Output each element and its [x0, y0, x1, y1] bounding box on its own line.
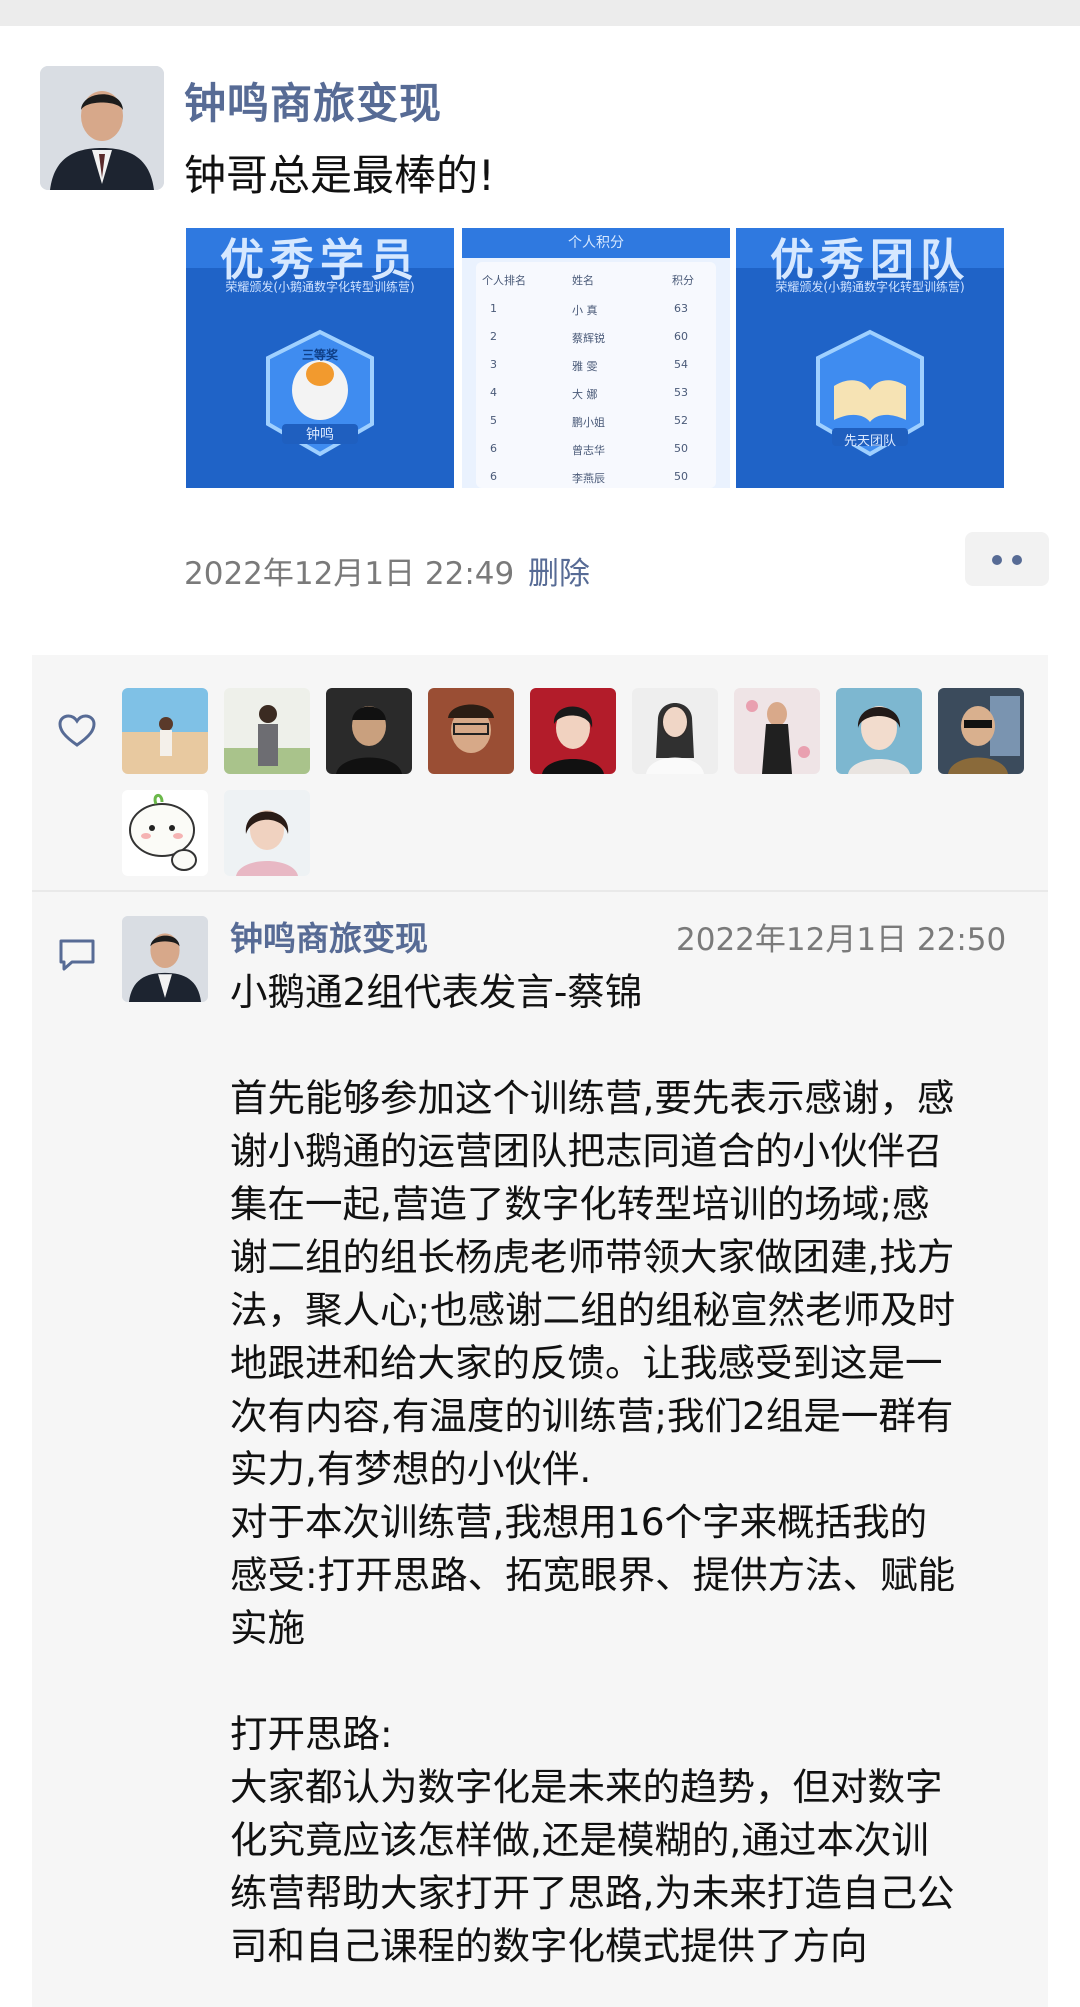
comment-timestamp: 2022年12月1日 22:50 [676, 922, 1007, 958]
dot-icon [992, 555, 1002, 565]
liker-avatar[interactable] [224, 688, 310, 774]
liker-avatar[interactable] [122, 790, 208, 876]
rank-header-name: 姓名 [572, 274, 594, 287]
badge-name: 先天团队 [843, 434, 896, 449]
liker-avatar[interactable] [122, 688, 208, 774]
comment-icon [59, 939, 95, 971]
comment-line: 实力,有梦想的小伙伴. [230, 1447, 592, 1491]
comment-line [230, 1655, 1030, 1708]
post-image-3[interactable]: 优秀团队 荣耀颁发(小鹅通数字化转型训练营) 先天团队 [736, 228, 1004, 488]
comment-line: 感受:打开思路、拓宽眼界、提供方法、赋能 [230, 1553, 956, 1597]
commenter-name[interactable]: 钟鸣商旅变现 [230, 912, 428, 960]
comment-line: 谢二组的组长杨虎老师带领大家做团建,找方 [230, 1235, 955, 1279]
liker-avatar[interactable] [326, 688, 412, 774]
comment-line: 地跟进和给大家的反馈。让我感受到这是一 [230, 1341, 943, 1385]
liker-avatar[interactable] [938, 688, 1024, 774]
post-text: 钟哥总是最棒的! [184, 151, 495, 200]
liker-avatar[interactable] [632, 688, 718, 774]
poster-subtitle: 荣耀颁发(小鹅通数字化转型训练营) [775, 280, 965, 294]
author-avatar[interactable] [40, 66, 164, 190]
more-actions-button[interactable] [965, 532, 1049, 586]
comment-line: 首先能够参加这个训练营,要先表示感谢，感 [230, 1076, 955, 1120]
badge-label: 三等奖 [301, 348, 338, 362]
dot-icon [1012, 555, 1022, 565]
post-image-2[interactable]: 个人积分 个人排名 姓名 积分 1小 真 63 2 蔡辉锐 60 3雅 雯 54 4大 … [462, 228, 730, 488]
post-author-name[interactable]: 钟鸣商旅变现 [184, 70, 442, 131]
comment-line: 谢小鹅通的运营团队把志同道合的小伙伴召 [230, 1129, 943, 1173]
liker-avatar[interactable] [836, 688, 922, 774]
comment-line: 司和自己课程的数字化模式提供了方向 [230, 1924, 868, 1968]
liker-avatar[interactable] [734, 688, 820, 774]
rank-header-rank: 个人排名 [482, 274, 526, 287]
comment-line [230, 1019, 1030, 1072]
comment-line: 大家都认为数字化是未来的趋势，但对数字 [230, 1765, 943, 1809]
comment-line: 对于本次训练营,我想用16个字来概括我的 [230, 1500, 928, 1544]
commenter-avatar[interactable] [122, 916, 208, 1002]
comment-line: 实施 [230, 1606, 305, 1650]
post-image-1[interactable]: 优秀学员 荣耀颁发(小鹅通数字化转型训练营) 三等奖 钟鸣 [186, 228, 454, 488]
comment-line: 小鹅通2组代表发言-蔡锦 [230, 970, 643, 1014]
delete-link[interactable]: 删除 [528, 548, 590, 593]
rank-header-score: 积分 [672, 274, 694, 287]
comment-line: 次有内容,有温度的训练营;我们2组是一群有 [230, 1394, 954, 1438]
heart-icon [58, 714, 96, 747]
post-timestamp: 2022年12月1日 22:49 [184, 556, 515, 592]
top-status-strip [0, 0, 1080, 26]
likes-divider [32, 890, 1048, 892]
liker-avatar[interactable] [224, 790, 310, 876]
badge-name: 钟鸣 [306, 427, 334, 443]
liker-avatar[interactable] [530, 688, 616, 774]
rank-title: 个人积分 [568, 235, 624, 251]
comment-line: 集在一起,营造了数字化转型培训的场域;感 [230, 1182, 930, 1226]
comment-line: 法，聚人心;也感谢二组的组秘宣然老师及时 [230, 1288, 956, 1332]
comment-line: 化究竟应该怎样做,还是模糊的,通过本次训 [230, 1818, 929, 1862]
comment-body: 小鹅通2组代表发言-蔡锦首先能够参加这个训练营,要先表示感谢，感 谢小鹅通的运营团… [230, 966, 1030, 1973]
comment-line: 打开思路: [230, 1712, 393, 1756]
liker-avatar[interactable] [428, 688, 514, 774]
comment-line: 练营帮助大家打开了思路,为未来打造自己公 [230, 1871, 955, 1915]
poster-subtitle: 荣耀颁发(小鹅通数字化转型训练营) [225, 280, 415, 294]
